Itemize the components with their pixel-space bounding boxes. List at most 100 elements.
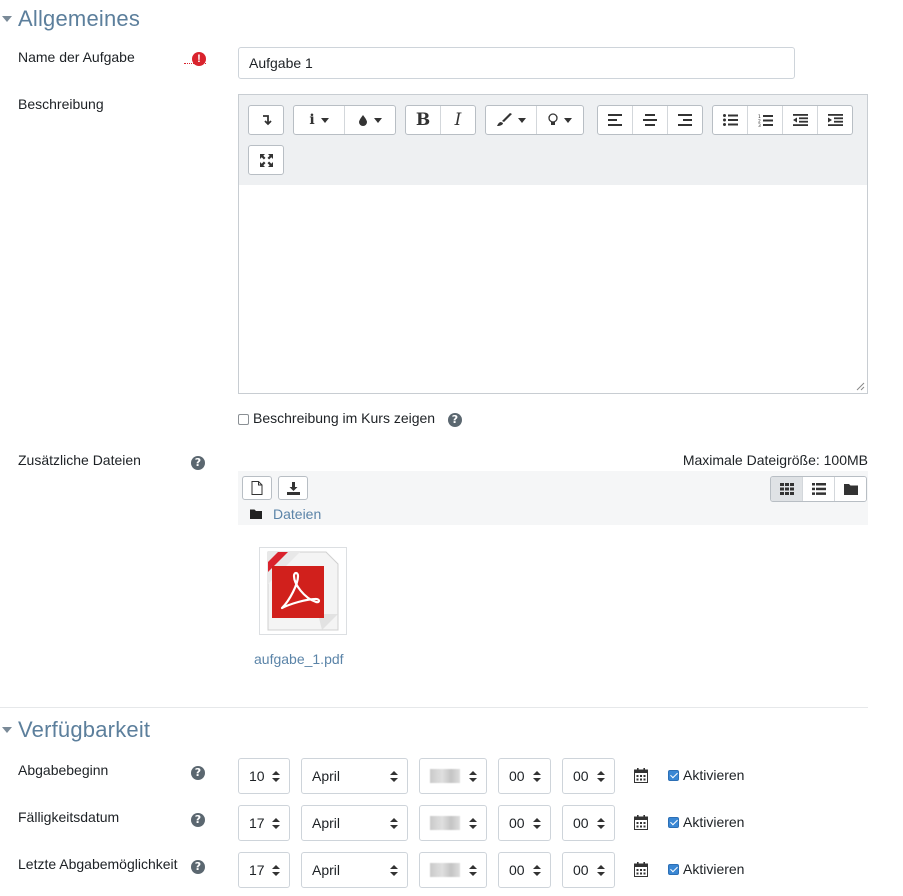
select-arrows-icon xyxy=(390,818,398,830)
toolbar-group-view xyxy=(248,145,284,175)
availability-label: Fälligkeitsdatum xyxy=(18,809,120,825)
svg-text:3: 3 xyxy=(758,123,761,127)
month-select[interactable]: April xyxy=(301,852,408,888)
minute-select[interactable]: 00 xyxy=(562,805,615,841)
download-icon xyxy=(286,481,300,495)
help-icon[interactable]: ? xyxy=(191,456,205,470)
select-arrows-icon xyxy=(272,865,280,877)
folder-view-icon[interactable] xyxy=(835,477,866,501)
day-select[interactable]: 17 xyxy=(238,805,290,841)
description-label: Beschreibung xyxy=(18,96,104,112)
select-arrows-icon xyxy=(469,771,477,783)
help-icon[interactable]: ? xyxy=(191,766,205,780)
description-editor: i B I 1 2 3 xyxy=(238,94,868,394)
align-right-icon[interactable] xyxy=(668,106,702,134)
hour-select[interactable]: 00 xyxy=(498,805,551,841)
show-description-label: Beschreibung im Kurs zeigen xyxy=(253,410,436,426)
description-textarea[interactable] xyxy=(239,185,867,393)
required-underline xyxy=(184,63,206,64)
year-value-redacted xyxy=(430,863,460,877)
outdent-icon[interactable] xyxy=(783,106,818,134)
show-description-checkbox[interactable] xyxy=(238,414,249,425)
availability-label: Abgabebeginn xyxy=(18,762,109,778)
unordered-list-icon[interactable] xyxy=(713,106,748,134)
text-color-icon[interactable] xyxy=(345,106,395,134)
file-icon xyxy=(251,481,263,495)
hour-value: 00 xyxy=(509,815,525,831)
add-file-button[interactable] xyxy=(242,476,272,500)
minute-value: 00 xyxy=(573,862,589,878)
section-title-general: Allgemeines xyxy=(18,6,141,31)
enable-label: Aktivieren xyxy=(683,767,745,783)
day-select[interactable]: 10 xyxy=(238,758,290,794)
year-select[interactable] xyxy=(419,852,487,888)
align-center-icon[interactable] xyxy=(633,106,668,134)
enable-checkbox[interactable] xyxy=(668,817,679,828)
paragraph-style-icon[interactable]: i xyxy=(294,106,345,134)
select-arrows-icon xyxy=(533,865,541,877)
year-select[interactable] xyxy=(419,758,487,794)
folder-breadcrumb-link[interactable]: Dateien xyxy=(273,506,321,522)
enable-checkbox[interactable] xyxy=(668,770,679,781)
month-value: April xyxy=(312,862,341,878)
day-select[interactable]: 17 xyxy=(238,852,290,888)
hour-select[interactable]: 00 xyxy=(498,758,551,794)
toolbar-group-insert xyxy=(485,105,584,135)
editor-toolbar: i B I 1 2 3 xyxy=(239,95,867,186)
section-toggle-availability[interactable]: Verfügbarkeit xyxy=(0,717,150,743)
minute-select[interactable]: 00 xyxy=(562,758,615,794)
resize-handle-icon[interactable] xyxy=(856,382,865,391)
select-arrows-icon xyxy=(272,771,280,783)
collapse-caret-icon xyxy=(2,16,12,22)
fullscreen-icon[interactable] xyxy=(249,146,283,174)
select-arrows-icon xyxy=(597,818,605,830)
list-view-icon[interactable] xyxy=(803,477,835,501)
section-toggle-general[interactable]: Allgemeines xyxy=(0,6,140,32)
name-input[interactable]: Aufgabe 1 xyxy=(238,47,795,79)
hour-value: 00 xyxy=(509,768,525,784)
year-value-redacted xyxy=(430,816,460,830)
toolbar-group-lists: 123 xyxy=(712,105,853,135)
month-select[interactable]: April xyxy=(301,805,408,841)
hour-select[interactable]: 00 xyxy=(498,852,551,888)
day-value: 17 xyxy=(249,862,265,878)
hour-value: 00 xyxy=(509,862,525,878)
year-select[interactable] xyxy=(419,805,487,841)
select-arrows-icon xyxy=(272,818,280,830)
calendar-icon[interactable] xyxy=(634,862,648,877)
section-divider xyxy=(0,707,868,708)
toolbar-group-style: i xyxy=(293,105,396,135)
enable-label: Aktivieren xyxy=(683,814,745,830)
lightbulb-icon[interactable] xyxy=(537,106,583,134)
collapse-icon[interactable] xyxy=(249,106,283,134)
toolbar-group-format: B I xyxy=(405,105,476,135)
month-select[interactable]: April xyxy=(301,758,408,794)
grid-view-icon[interactable] xyxy=(771,477,803,501)
bold-icon[interactable]: B xyxy=(406,106,441,134)
calendar-icon[interactable] xyxy=(634,768,648,783)
select-arrows-icon xyxy=(597,771,605,783)
calendar-icon[interactable] xyxy=(634,815,648,830)
help-icon[interactable]: ? xyxy=(448,413,462,427)
italic-icon[interactable]: I xyxy=(441,106,475,134)
align-left-icon[interactable] xyxy=(598,106,633,134)
minute-select[interactable]: 00 xyxy=(562,852,615,888)
month-value: April xyxy=(312,768,341,784)
max-file-size: Maximale Dateigröße: 100MB xyxy=(682,452,868,468)
ordered-list-icon[interactable]: 123 xyxy=(748,106,783,134)
help-icon[interactable]: ? xyxy=(191,813,205,827)
name-label: Name der Aufgabe xyxy=(18,49,135,65)
toolbar-group-align xyxy=(597,105,703,135)
download-button[interactable] xyxy=(278,476,308,500)
filemanager-toolbar: Dateien xyxy=(238,471,868,525)
paintbrush-icon[interactable] xyxy=(486,106,537,134)
view-switcher xyxy=(770,476,867,502)
help-icon[interactable]: ? xyxy=(191,860,205,874)
file-name-link[interactable]: aufgabe_1.pdf xyxy=(254,651,344,667)
indent-icon[interactable] xyxy=(818,106,852,134)
folder-icon xyxy=(250,509,262,519)
toolbar-group-collapse xyxy=(248,105,284,135)
enable-checkbox[interactable] xyxy=(668,864,679,875)
file-thumbnail[interactable] xyxy=(259,547,347,635)
minute-value: 00 xyxy=(573,768,589,784)
